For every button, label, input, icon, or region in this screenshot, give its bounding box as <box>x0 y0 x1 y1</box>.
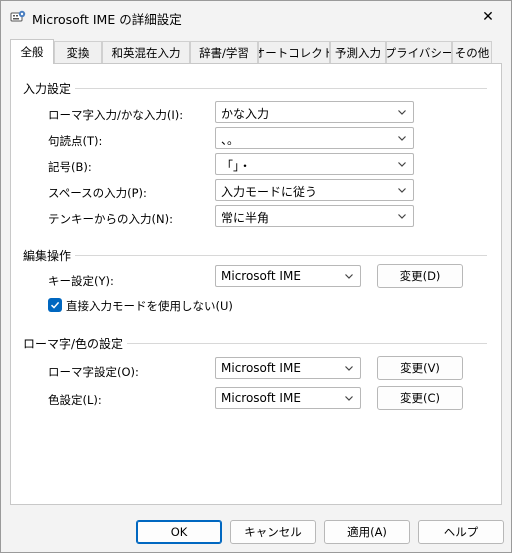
help-button[interactable]: ヘルプ <box>418 520 504 544</box>
chevron-down-icon <box>345 366 353 371</box>
direct-input-label[interactable]: 直接入力モードを使用しない(U) <box>66 298 233 314</box>
edit-ops-title: 編集操作 <box>23 247 76 264</box>
tab-conversion[interactable]: 変換 <box>54 41 102 63</box>
romaji-settings-select[interactable]: Microsoft IME <box>215 357 361 379</box>
close-icon: ✕ <box>482 9 494 25</box>
chevron-down-icon <box>398 162 406 167</box>
color-settings-select[interactable]: Microsoft IME <box>215 387 361 409</box>
romaji-color-title: ローマ字/色の設定 <box>23 335 128 352</box>
chevron-down-icon <box>398 136 406 141</box>
romaji-settings-label: ローマ字設定(O): <box>48 365 139 379</box>
symbol-select[interactable]: 「」・ <box>215 153 414 175</box>
numpad-input-label: テンキーからの入力(N): <box>48 212 173 226</box>
direct-input-checkbox[interactable] <box>48 298 62 312</box>
tab-privacy[interactable]: プライバシー <box>386 41 452 63</box>
tab-prediction[interactable]: 予測入力 <box>330 41 386 63</box>
ok-button[interactable]: OK <box>136 520 222 544</box>
chevron-down-icon <box>398 110 406 115</box>
chevron-down-icon <box>398 188 406 193</box>
checkmark-icon <box>50 301 60 309</box>
romaji-kana-label: ローマ字入力/かな入力(I): <box>48 108 184 122</box>
ime-settings-icon <box>10 9 26 25</box>
space-input-label: スペースの入力(P): <box>48 186 147 200</box>
chevron-down-icon <box>345 396 353 401</box>
cancel-button[interactable]: キャンセル <box>230 520 316 544</box>
apply-button[interactable]: 適用(A) <box>324 520 410 544</box>
color-settings-label: 色設定(L): <box>48 393 102 407</box>
general-tab-panel: 入力設定 ローマ字入力/かな入力(I): かな入力 句読点(T): 、。 記号(… <box>10 63 502 505</box>
numpad-input-select[interactable]: 常に半角 <box>215 205 414 227</box>
title-bar: Microsoft IME の詳細設定 ✕ <box>1 1 511 33</box>
space-input-select[interactable]: 入力モードに従う <box>215 179 414 201</box>
tab-strip: 全般 変換 和英混在入力 辞書/学習 オートコレクト 予測入力 プライバシー そ… <box>10 39 502 64</box>
tab-autocorrect[interactable]: オートコレクト <box>258 41 330 63</box>
symbol-label: 記号(B): <box>48 160 92 174</box>
romaji-kana-select[interactable]: かな入力 <box>215 101 414 123</box>
key-settings-select[interactable]: Microsoft IME <box>215 265 361 287</box>
change-color-button[interactable]: 変更(C) <box>377 386 463 410</box>
punctuation-label: 句読点(T): <box>48 134 103 148</box>
ime-settings-window: Microsoft IME の詳細設定 ✕ 全般 変換 和英混在入力 辞書/学習… <box>0 0 512 553</box>
tab-dictionary[interactable]: 辞書/学習 <box>190 41 258 63</box>
input-settings-title: 入力設定 <box>23 80 76 97</box>
close-button[interactable]: ✕ <box>465 1 511 33</box>
tab-general[interactable]: 全般 <box>10 39 54 64</box>
key-settings-label: キー設定(Y): <box>48 274 114 288</box>
change-key-button[interactable]: 変更(D) <box>377 264 463 288</box>
group-divider <box>23 255 487 256</box>
chevron-down-icon <box>398 214 406 219</box>
group-divider <box>23 88 487 89</box>
window-title: Microsoft IME の詳細設定 <box>32 12 182 27</box>
change-romaji-button[interactable]: 変更(V) <box>377 356 463 380</box>
tab-other[interactable]: その他 <box>452 41 492 63</box>
punctuation-select[interactable]: 、。 <box>215 127 414 149</box>
chevron-down-icon <box>345 274 353 279</box>
tab-mixed-input[interactable]: 和英混在入力 <box>102 41 190 63</box>
